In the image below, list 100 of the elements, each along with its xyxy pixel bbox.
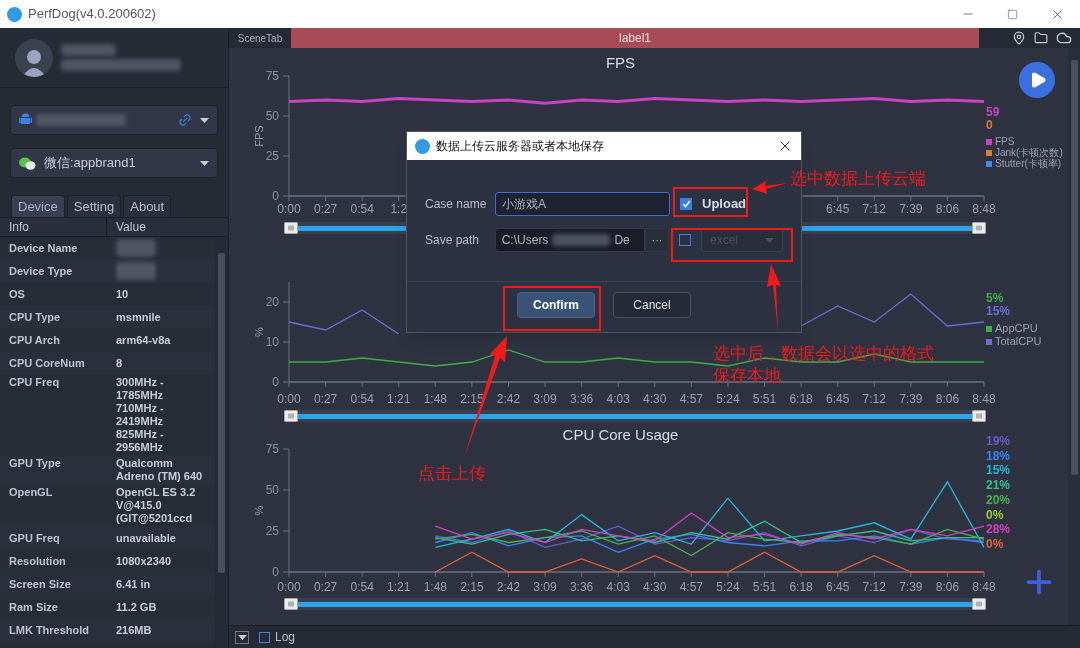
checkbox[interactable] <box>259 631 270 643</box>
table-cell-text: 1080x2340 <box>115 554 172 568</box>
table-cell-text: 11.2 GB <box>115 600 157 614</box>
scene-tab[interactable]: label1 <box>291 28 979 48</box>
scrollbar-thumb[interactable] <box>218 253 225 573</box>
tick-label: 25 <box>265 149 279 163</box>
scrollbar[interactable] <box>1068 48 1080 625</box>
scrollbar-thumb[interactable] <box>1070 60 1078 475</box>
tick-label: 0:00 <box>277 392 301 406</box>
tick-label: 4:57 <box>679 580 704 594</box>
cancel-button[interactable]: Cancel <box>613 292 691 318</box>
annotation-text: 选中数据上传云端 <box>790 168 926 190</box>
tick-label: 6:18 <box>789 392 813 406</box>
app-select[interactable]: 微信:appbrand1 <box>10 148 218 178</box>
tick-label: 0 <box>272 565 279 579</box>
play-button[interactable] <box>1019 62 1055 98</box>
tick-label: 0:00 <box>277 580 301 594</box>
table-cell-text: 8 <box>115 356 123 370</box>
tick-label: 8:48 <box>972 202 996 216</box>
android-icon <box>19 113 32 127</box>
current-reading: 59 <box>986 106 1000 119</box>
table-cell-text: CPU Type <box>8 310 62 324</box>
chart-title: CPU Core Usage <box>562 426 679 442</box>
current-reading: 19% <box>986 434 1011 449</box>
current-reading: 20% <box>986 492 1011 508</box>
tick-label: 2:15 <box>460 580 484 594</box>
table-cell-text: OpenGL ES 3.2 V@415.0 (GIT@5201ccd <box>115 486 196 525</box>
legend-label: Jank(卡顿次数) <box>995 147 1063 158</box>
tick-label: 1:21 <box>387 580 411 594</box>
legend-swatch <box>986 325 992 332</box>
tick-label: 25 <box>265 524 279 538</box>
tick-label: 8:48 <box>972 580 996 594</box>
table-cell-text: 300MHz - 1785MHz 710MHz - 2419MHz 825MHz - 2956MHz <box>115 376 164 454</box>
table-cell-text: GPU Type <box>8 457 62 470</box>
slider-handle[interactable] <box>972 410 986 422</box>
tick-label: 1:48 <box>423 580 447 594</box>
tick-label: 20 <box>265 295 279 309</box>
tick-label: 0:27 <box>313 202 338 216</box>
tick-label: 10 <box>265 335 279 349</box>
slider-handle[interactable] <box>972 598 986 610</box>
slider-handle[interactable] <box>284 410 298 422</box>
tick-label: 3:36 <box>569 392 594 406</box>
tick-label: 5:24 <box>716 580 740 594</box>
current-reading: 15% <box>986 305 1011 318</box>
tick-label: 0:00 <box>277 202 301 216</box>
tick-label: 6:18 <box>789 580 813 594</box>
tick-label: 8:48 <box>972 392 996 406</box>
device-select[interactable] <box>10 105 218 135</box>
tick-label: 0 <box>272 189 279 203</box>
table-cell-text: arm64-v8a <box>115 333 171 347</box>
expand-button[interactable] <box>235 630 249 644</box>
tick-label: 1:21 <box>387 392 411 406</box>
tick-label: 7:39 <box>899 392 923 406</box>
tick-label: 75 <box>265 442 279 456</box>
tick-label: 0:54 <box>350 202 374 216</box>
browse-button[interactable]: ··· <box>645 228 669 252</box>
checkbox[interactable] <box>680 198 692 210</box>
tick-label: 4:30 <box>643 392 667 406</box>
input-value: De <box>614 232 630 249</box>
axis-label: % <box>253 327 265 337</box>
tick-label: 6:45 <box>826 392 850 406</box>
checkbox-label: Log <box>275 629 296 646</box>
tab[interactable]: About <box>123 195 172 217</box>
blurred-text <box>116 262 156 280</box>
tab[interactable]: Setting <box>66 195 122 217</box>
tick-label: 7:12 <box>862 392 886 406</box>
slider-handle[interactable] <box>972 222 986 234</box>
annotation-text: 点击上传 <box>418 463 486 485</box>
legend-label: FPS <box>995 136 1015 147</box>
table-cell-text: CPU CoreNum <box>8 356 86 370</box>
location-pin-icon[interactable] <box>1012 31 1026 45</box>
current-reading: 0% <box>986 536 1004 552</box>
current-reading: 28% <box>986 522 1011 537</box>
tick-label: 50 <box>265 109 279 123</box>
slider-handle[interactable] <box>284 222 298 234</box>
caret-icon <box>765 237 774 243</box>
table-cell-text: CPU Freq <box>8 376 61 389</box>
tab[interactable]: Device <box>11 195 65 217</box>
blurred-text <box>552 234 611 246</box>
current-reading: 5% <box>986 292 1004 305</box>
tick-label: 0:27 <box>313 392 338 406</box>
chart-title: FPS <box>605 54 636 68</box>
field-label: Save path <box>425 232 481 249</box>
table-cell-text: OpenGL <box>8 486 54 499</box>
tick-label: 7:39 <box>899 202 923 216</box>
cloud-icon[interactable] <box>1056 30 1072 46</box>
confirm-button[interactable]: Confirm <box>517 292 595 318</box>
table-cell-text: Screen Size <box>8 577 72 591</box>
tick-label: 6:45 <box>826 202 850 216</box>
folder-icon[interactable] <box>1034 31 1048 45</box>
current-reading: 15% <box>986 463 1011 479</box>
tick-label: 4:57 <box>679 392 704 406</box>
tick-label: 75 <box>265 69 279 83</box>
tick-label: 8:06 <box>935 392 960 406</box>
table-cell-text: Device Type <box>8 264 74 278</box>
current-reading: 21% <box>986 478 1011 493</box>
current-reading: 0 <box>986 119 993 132</box>
input-field[interactable]: 小游戏A <box>495 192 670 216</box>
input-field[interactable]: C:\Users De <box>494 228 646 252</box>
slider-handle[interactable] <box>284 598 298 610</box>
